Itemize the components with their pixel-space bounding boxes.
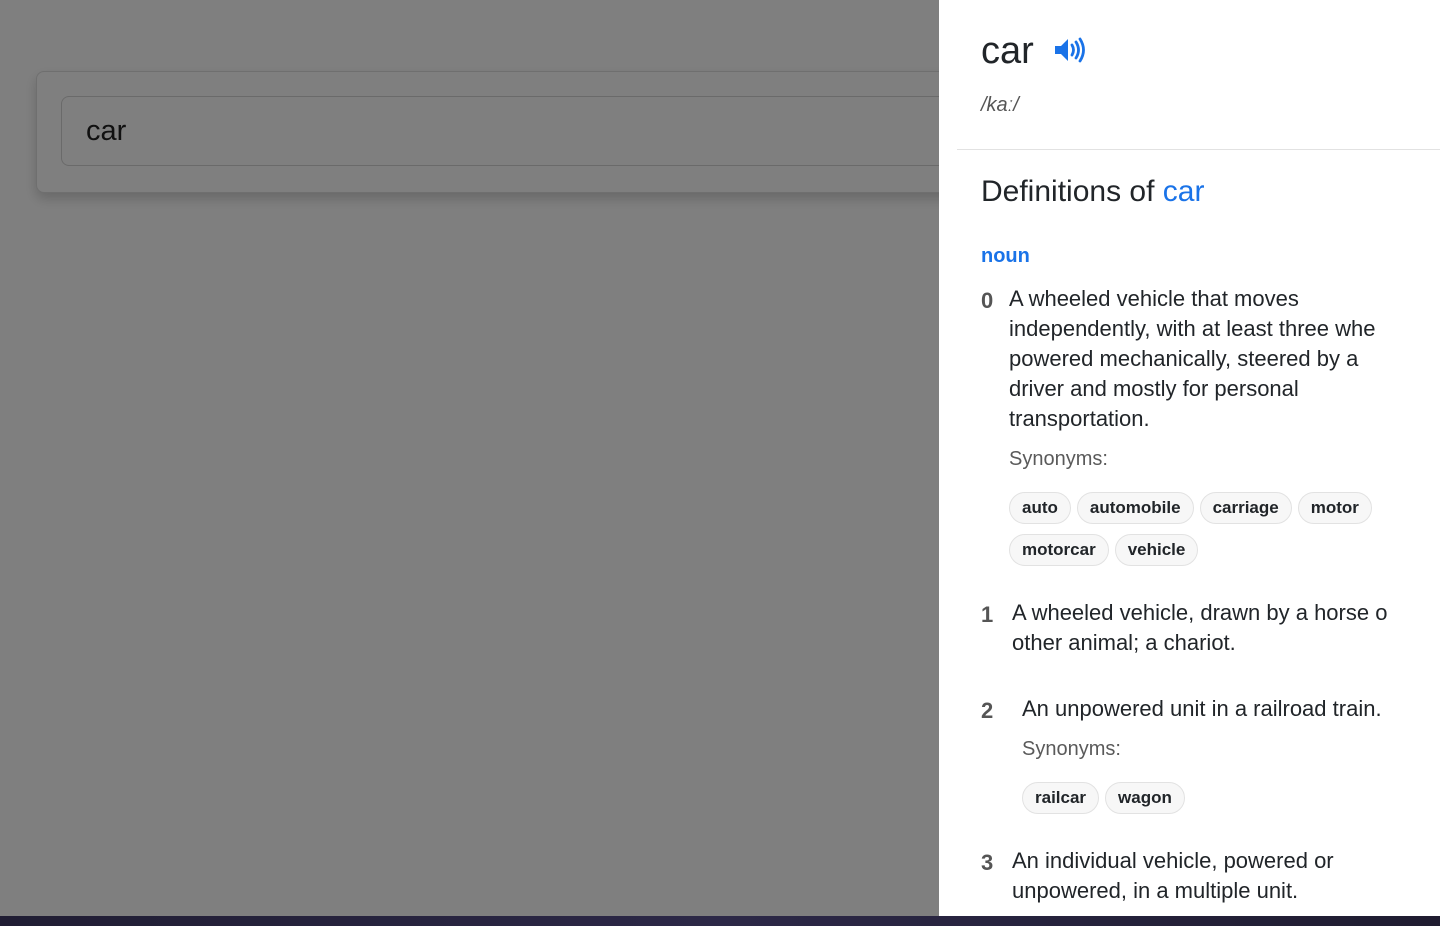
sense-number: 1 [981,602,994,627]
definition-drawer: car /kaː/ Definitions of car noun 0 A wh… [939,0,1440,916]
definitions-heading-prefix: Definitions of [981,175,1163,208]
sense-definition: A wheeled vehicle that moves independent… [1009,284,1376,434]
definition-line: unpowered, in a multiple unit. [1012,878,1299,903]
definition-line: A wheeled vehicle that moves [1009,286,1299,311]
definitions-heading: Definitions of car [981,172,1204,212]
synonym-chip-row: auto automobile carriage motor [1009,492,1372,524]
sense-number: 3 [981,850,994,875]
app-viewport: car /kaː/ Definitions of car noun 0 A wh… [0,0,1440,916]
definition-line: other animal; a chariot. [1012,630,1236,655]
definition-line: An unpowered unit in a railroad train. [1022,696,1382,721]
word-title: car [981,30,1034,72]
sense-number: 0 [981,288,994,313]
synonym-chip[interactable]: motorcar [1009,534,1109,566]
synonym-chip[interactable]: carriage [1199,492,1292,524]
synonym-chip[interactable]: motor [1297,492,1372,524]
synonym-chip-row: motorcar vehicle [1009,534,1199,566]
sense-definition: An individual vehicle, powered or unpowe… [1012,846,1334,906]
synonyms-label: Synonyms: [1009,448,1108,470]
definition-line: driver and mostly for personal [1009,376,1299,401]
phonetic-transcription: /kaː/ [981,94,1019,116]
taskbar-edge [0,916,1440,926]
sense-definition: An unpowered unit in a railroad train. [1022,694,1382,724]
definition-line: independently, with at least three whe [1009,316,1376,341]
definition-line: transportation. [1009,406,1150,431]
synonym-chip[interactable]: vehicle [1114,534,1199,566]
synonym-chip[interactable]: automobile [1076,492,1194,524]
definitions-heading-word: car [1162,175,1205,208]
synonym-chip[interactable]: wagon [1105,782,1185,814]
speaker-volume-icon[interactable] [1053,36,1087,64]
definition-line: An individual vehicle, powered or [1012,848,1334,873]
drawer-header: car /kaː/ [957,0,1440,150]
definition-line: A wheeled vehicle, drawn by a horse o [1012,600,1388,625]
synonym-chip-row: railcar wagon [1022,782,1185,814]
sense-number: 2 [981,698,994,723]
synonyms-label: Synonyms: [1022,738,1121,760]
part-of-speech: noun [981,245,1030,267]
synonym-chip[interactable]: auto [1009,492,1071,524]
synonym-chip[interactable]: railcar [1022,782,1100,814]
definition-line: powered mechanically, steered by a [1009,346,1359,371]
sense-definition: A wheeled vehicle, drawn by a horse o ot… [1012,598,1387,658]
